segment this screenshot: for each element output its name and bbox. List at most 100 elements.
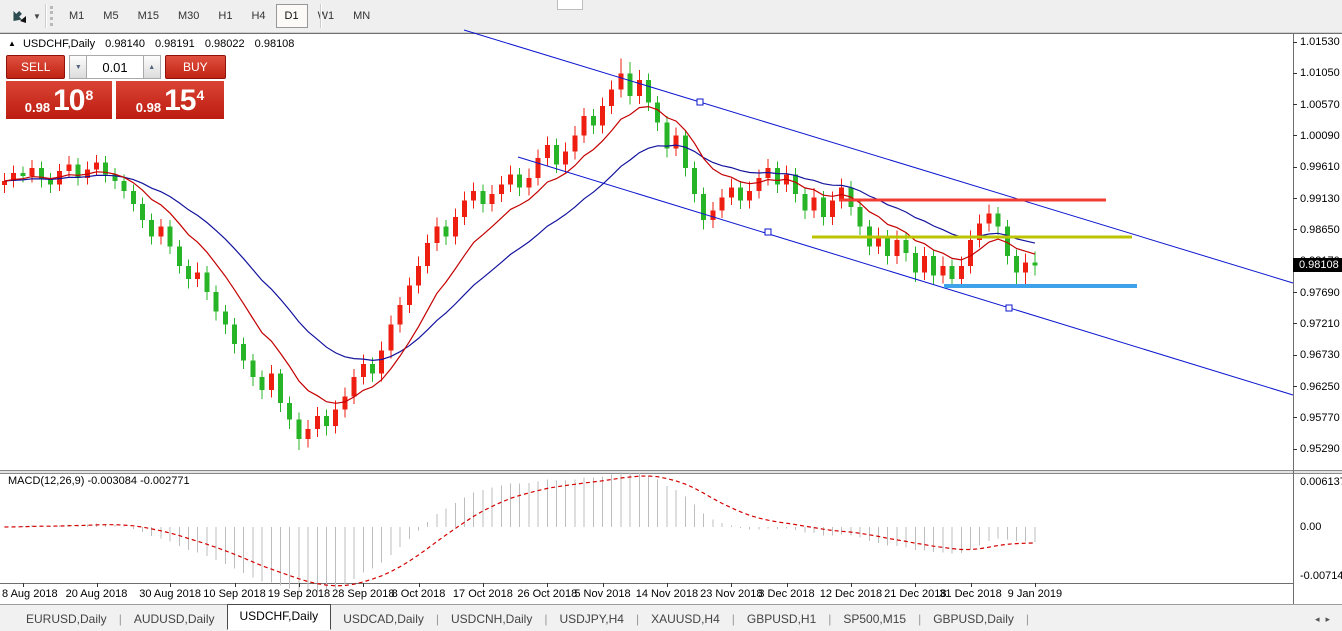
price-axis-label: 0.96730 <box>1300 349 1340 361</box>
date-axis-tick <box>363 583 364 587</box>
date-axis-label: 8 Aug 2018 <box>2 588 58 600</box>
date-axis-tick <box>915 583 916 587</box>
ohlc-low: 0.98022 <box>205 38 245 50</box>
price-axis-tick <box>1293 198 1297 199</box>
price-axis-tick <box>1293 417 1297 418</box>
date-axis-label: 30 Aug 2018 <box>139 588 201 600</box>
price-axis-tick <box>1293 355 1297 356</box>
price-axis-label: 1.00570 <box>1300 99 1340 111</box>
chart-tab-gbpusd-h1[interactable]: GBPUSD,H1 <box>735 608 828 630</box>
date-axis-tick <box>787 583 788 587</box>
price-axis-label: 0.98650 <box>1300 224 1340 236</box>
price-axis-label: 1.01530 <box>1300 36 1340 48</box>
chart-tab-usdchf-daily[interactable]: USDCHF,Daily <box>227 604 332 630</box>
macd-indicator-label: MACD(12,26,9) -0.003084 -0.002771 <box>8 475 190 487</box>
buy-price-base: 0.98 <box>136 99 161 116</box>
macd-axis-label: -0.007142 <box>1300 570 1342 582</box>
chart-top-border <box>0 33 1342 34</box>
date-axis-tick <box>170 583 171 587</box>
date-axis-tick <box>667 583 668 587</box>
toolbar-separator <box>320 4 322 28</box>
date-axis-label: 10 Sep 2018 <box>203 588 265 600</box>
sell-price-button[interactable]: 0.98 10 8 <box>6 81 112 119</box>
chart-tab-usdcnh-daily[interactable]: USDCNH,Daily <box>439 608 544 630</box>
timeframe-button-m30[interactable]: M30 <box>169 4 208 28</box>
scroll-left-icon[interactable]: ◂ <box>1315 614 1326 624</box>
timeframes-icon[interactable] <box>8 7 30 25</box>
volume-increase-button[interactable]: ▲ <box>143 55 161 79</box>
buy-button[interactable]: BUY <box>165 55 226 79</box>
chart-tab-usdjpy-h4[interactable]: USDJPY,H4 <box>547 608 635 630</box>
mt4-window: ▼ M1M5M15M30H1H4D1W1MN ▲ USDCHF,Daily 0.… <box>0 0 1342 631</box>
scroll-right-icon[interactable]: ▸ <box>1325 614 1336 624</box>
date-axis-label: 26 Oct 2018 <box>517 588 577 600</box>
macd-axis-label: 0.00 <box>1300 521 1321 533</box>
ohlc-close: 0.98108 <box>255 38 295 50</box>
chart-title: ▲ USDCHF,Daily 0.98140 0.98191 0.98022 0… <box>8 38 294 50</box>
chart-tab-usdcad-daily[interactable]: USDCAD,Daily <box>331 608 436 630</box>
sell-price-pips: 10 <box>53 86 84 116</box>
date-axis-tick <box>23 583 24 587</box>
price-axis-label: 1.01050 <box>1300 67 1340 79</box>
chart-tab-eurusd-daily[interactable]: EURUSD,Daily <box>14 608 119 630</box>
timeframe-button-m5[interactable]: M5 <box>94 4 127 28</box>
price-axis-tick <box>1293 449 1297 450</box>
date-axis-label: 12 Dec 2018 <box>820 588 882 600</box>
date-axis-tick <box>1035 583 1036 587</box>
date-axis-tick <box>603 583 604 587</box>
price-axis-tick <box>1293 386 1297 387</box>
date-axis-label: 17 Oct 2018 <box>453 588 513 600</box>
price-axis-tick <box>1293 167 1297 168</box>
timeframe-toolbar: ▼ M1M5M15M30H1H4D1W1MN <box>0 0 1342 33</box>
chart-tab-gbpusd-daily[interactable]: GBPUSD,Daily <box>921 608 1026 630</box>
timeframe-button-w1[interactable]: W1 <box>309 4 344 28</box>
chart-tab-xauusd-h4[interactable]: XAUUSD,H4 <box>639 608 732 630</box>
volume-input[interactable]: 0.01 <box>87 55 142 79</box>
date-axis-label: 14 Nov 2018 <box>636 588 698 600</box>
buy-price-point: 4 <box>196 88 204 102</box>
timeframe-button-mn[interactable]: MN <box>344 4 379 28</box>
date-axis-tick <box>547 583 548 587</box>
date-axis-tick <box>731 583 732 587</box>
timeframe-buttons: M1M5M15M30H1H4D1W1MN <box>60 4 380 28</box>
timeframe-button-h4[interactable]: H4 <box>242 4 274 28</box>
date-axis-label: 3 Dec 2018 <box>758 588 814 600</box>
sell-button[interactable]: SELL <box>6 55 65 79</box>
volume-decrease-button[interactable]: ▼ <box>69 55 87 79</box>
collapse-arrow-icon[interactable]: ▲ <box>8 39 16 48</box>
price-axis-tick <box>1293 42 1297 43</box>
symbol-period-label: USDCHF,Daily <box>23 38 95 50</box>
toolbar-grip[interactable] <box>50 6 53 26</box>
date-axis-tick <box>483 583 484 587</box>
timeframe-button-h1[interactable]: H1 <box>209 4 241 28</box>
date-axis-tick <box>851 583 852 587</box>
date-axis-label: 21 Dec 2018 <box>884 588 946 600</box>
price-axis-tick <box>1293 292 1297 293</box>
sell-price-base: 0.98 <box>25 99 50 116</box>
chart-tab-sp500-m15[interactable]: SP500,M15 <box>831 608 918 630</box>
price-axis-label: 0.99130 <box>1300 193 1340 205</box>
price-axis-label: 0.97690 <box>1300 287 1340 299</box>
chart-tab-audusd-daily[interactable]: AUDUSD,Daily <box>122 608 227 630</box>
macd-axis-label: 0.006137 <box>1300 476 1342 488</box>
chart-tab-bar: EURUSD,Daily|AUDUSD,DailyUSDCHF,DailyUSD… <box>0 604 1342 631</box>
tab-separator: | <box>1026 612 1029 626</box>
ohlc-open: 0.98140 <box>105 38 145 50</box>
sell-price-point: 8 <box>85 88 93 102</box>
timeframe-button-m1[interactable]: M1 <box>60 4 93 28</box>
tab-scroll-arrows[interactable]: ◂▸ <box>1315 614 1336 625</box>
timeframe-button-m15[interactable]: M15 <box>129 4 168 28</box>
current-price-tag: 0.98108 <box>1293 258 1342 272</box>
price-axis-label: 1.00090 <box>1300 130 1340 142</box>
date-axis-label: 31 Dec 2018 <box>939 588 1001 600</box>
buy-price-pips: 15 <box>164 86 195 116</box>
chevron-down-icon[interactable]: ▼ <box>33 12 41 21</box>
price-axis-label: 0.97210 <box>1300 318 1340 330</box>
indicator-splitter[interactable] <box>0 470 1342 474</box>
date-axis-tick <box>299 583 300 587</box>
chart-bottom-border <box>0 583 1293 584</box>
timeframe-button-d1[interactable]: D1 <box>276 4 308 28</box>
buy-price-button[interactable]: 0.98 15 4 <box>116 81 224 119</box>
price-axis-tick <box>1293 323 1297 324</box>
date-axis-tick <box>235 583 236 587</box>
